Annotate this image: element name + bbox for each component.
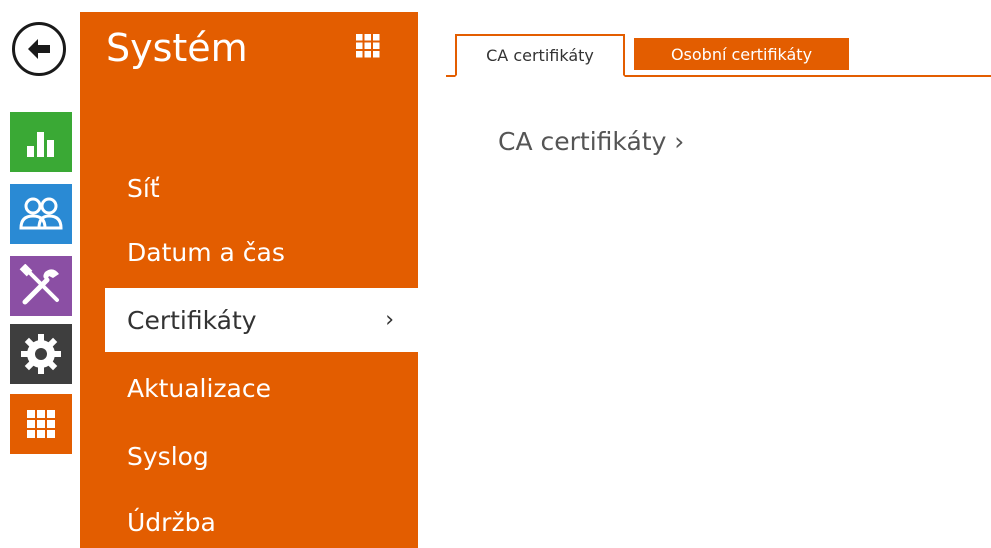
services-tile[interactable] — [10, 256, 72, 316]
bar-chart-icon — [27, 132, 54, 157]
chevron-right-icon: › — [385, 307, 394, 333]
menu-item-certifikaty[interactable]: Certifikáty › — [105, 288, 418, 352]
gear-icon — [21, 334, 61, 374]
menu-item-datum-a-cas[interactable]: Datum a čas — [80, 220, 418, 284]
menu-item-label: Údržba — [127, 507, 216, 537]
menu-item-syslog[interactable]: Syslog — [80, 424, 418, 488]
panel-title: Systém — [106, 26, 248, 70]
menu-item-aktualizace[interactable]: Aktualizace — [80, 356, 418, 420]
menu-item-label: Certifikáty — [127, 305, 257, 335]
section-ca-certifikaty-link[interactable]: CA certifikáty › — [498, 127, 684, 156]
app-root: Systém Síť Datum a čas Certifikáty › Akt… — [0, 0, 991, 548]
tab-ca-certifikaty[interactable]: CA certifikáty — [455, 34, 625, 77]
system-menu-panel: Systém Síť Datum a čas Certifikáty › Akt… — [80, 12, 418, 548]
arrow-left-icon — [28, 39, 50, 59]
menu-item-label: Datum a čas — [127, 237, 285, 267]
system-tile[interactable] — [10, 394, 72, 454]
users-icon — [19, 197, 63, 230]
menu-grid-icon[interactable] — [356, 34, 380, 62]
grid-icon — [27, 410, 55, 438]
menu-item-label: Aktualizace — [127, 373, 272, 403]
menu-item-udrzba[interactable]: Údržba — [80, 490, 418, 548]
tab-osobni-certifikaty[interactable]: Osobní certifikáty — [634, 38, 849, 70]
tools-icon — [19, 264, 59, 305]
back-button[interactable] — [12, 22, 66, 76]
menu-item-label: Síť — [127, 173, 160, 203]
status-tile[interactable] — [10, 112, 72, 172]
menu-item-label: Syslog — [127, 441, 209, 471]
users-tile[interactable] — [10, 184, 72, 244]
hardware-tile[interactable] — [10, 324, 72, 384]
menu-item-sit[interactable]: Síť — [80, 156, 418, 220]
